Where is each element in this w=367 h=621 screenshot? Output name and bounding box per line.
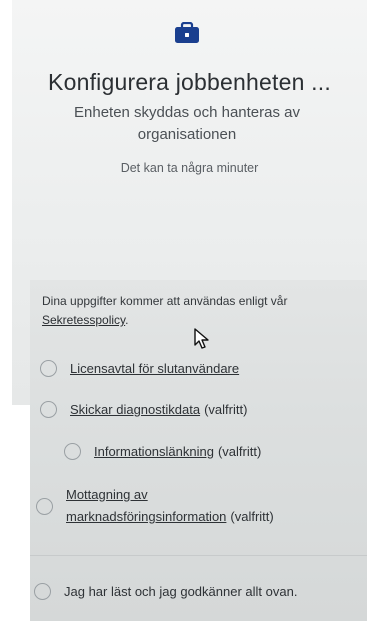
option-diagnostics[interactable]: Skickar diagnostikdata (valfritt) — [40, 401, 247, 418]
option-information-linking[interactable]: Informationslänkning (valfritt) — [64, 443, 261, 460]
option-accept-all[interactable]: Jag har läst och jag godkänner allt ovan… — [34, 583, 297, 600]
page-title: Konfigurera jobbenheten ... — [48, 69, 331, 95]
consent-panel: Dina uppgifter kommer att användas enlig… — [30, 280, 367, 621]
marketing-radio[interactable] — [36, 497, 53, 515]
information-linking-optional: (valfritt) — [217, 444, 262, 459]
divider — [30, 555, 367, 556]
marketing-link-line1[interactable]: Mottagning av — [66, 487, 148, 502]
information-linking-link[interactable]: Informationslänkning — [94, 444, 214, 459]
privacy-policy-link[interactable]: Sekretesspolicy — [42, 313, 125, 327]
marketing-link-line2[interactable]: marknadsföringsinformation — [66, 509, 226, 524]
setup-screen: Konfigurera jobbenheten ... Enheten skyd… — [0, 0, 367, 621]
option-marketing[interactable]: Mottagning av marknadsföringsinformation… — [36, 484, 274, 528]
mouse-pointer-icon — [194, 328, 209, 349]
privacy-notice-period: . — [125, 313, 129, 327]
eula-radio[interactable] — [40, 360, 57, 377]
diagnostics-radio[interactable] — [40, 401, 57, 418]
information-linking-radio[interactable] — [64, 443, 81, 460]
information-linking-label: Informationslänkning (valfritt) — [94, 444, 261, 459]
privacy-notice-text: Dina uppgifter kommer att användas enlig… — [42, 294, 288, 308]
diagnostics-link[interactable]: Skickar diagnostikdata — [70, 402, 200, 417]
option-eula[interactable]: Licensavtal för slutanvändare — [40, 360, 239, 377]
accept-all-label: Jag har läst och jag godkänner allt ovan… — [64, 584, 298, 599]
wait-message: Det kan ta några minuter — [120, 161, 259, 175]
eula-label: Licensavtal för slutanvändare — [70, 361, 239, 376]
marketing-label: Mottagning av marknadsföringsinformation… — [66, 484, 274, 528]
eula-link[interactable]: Licensavtal för slutanvändare — [70, 361, 239, 376]
briefcase-icon — [175, 22, 199, 43]
accept-all-radio[interactable] — [34, 583, 51, 600]
diagnostics-optional: (valfritt) — [204, 402, 248, 417]
marketing-optional: (valfritt) — [230, 509, 274, 524]
page-subtitle: Enheten skyddas och hanteras av organisa… — [74, 104, 300, 143]
privacy-notice: Dina uppgifter kommer att användas enlig… — [42, 292, 357, 330]
diagnostics-label: Skickar diagnostikdata (valfritt) — [70, 402, 247, 417]
